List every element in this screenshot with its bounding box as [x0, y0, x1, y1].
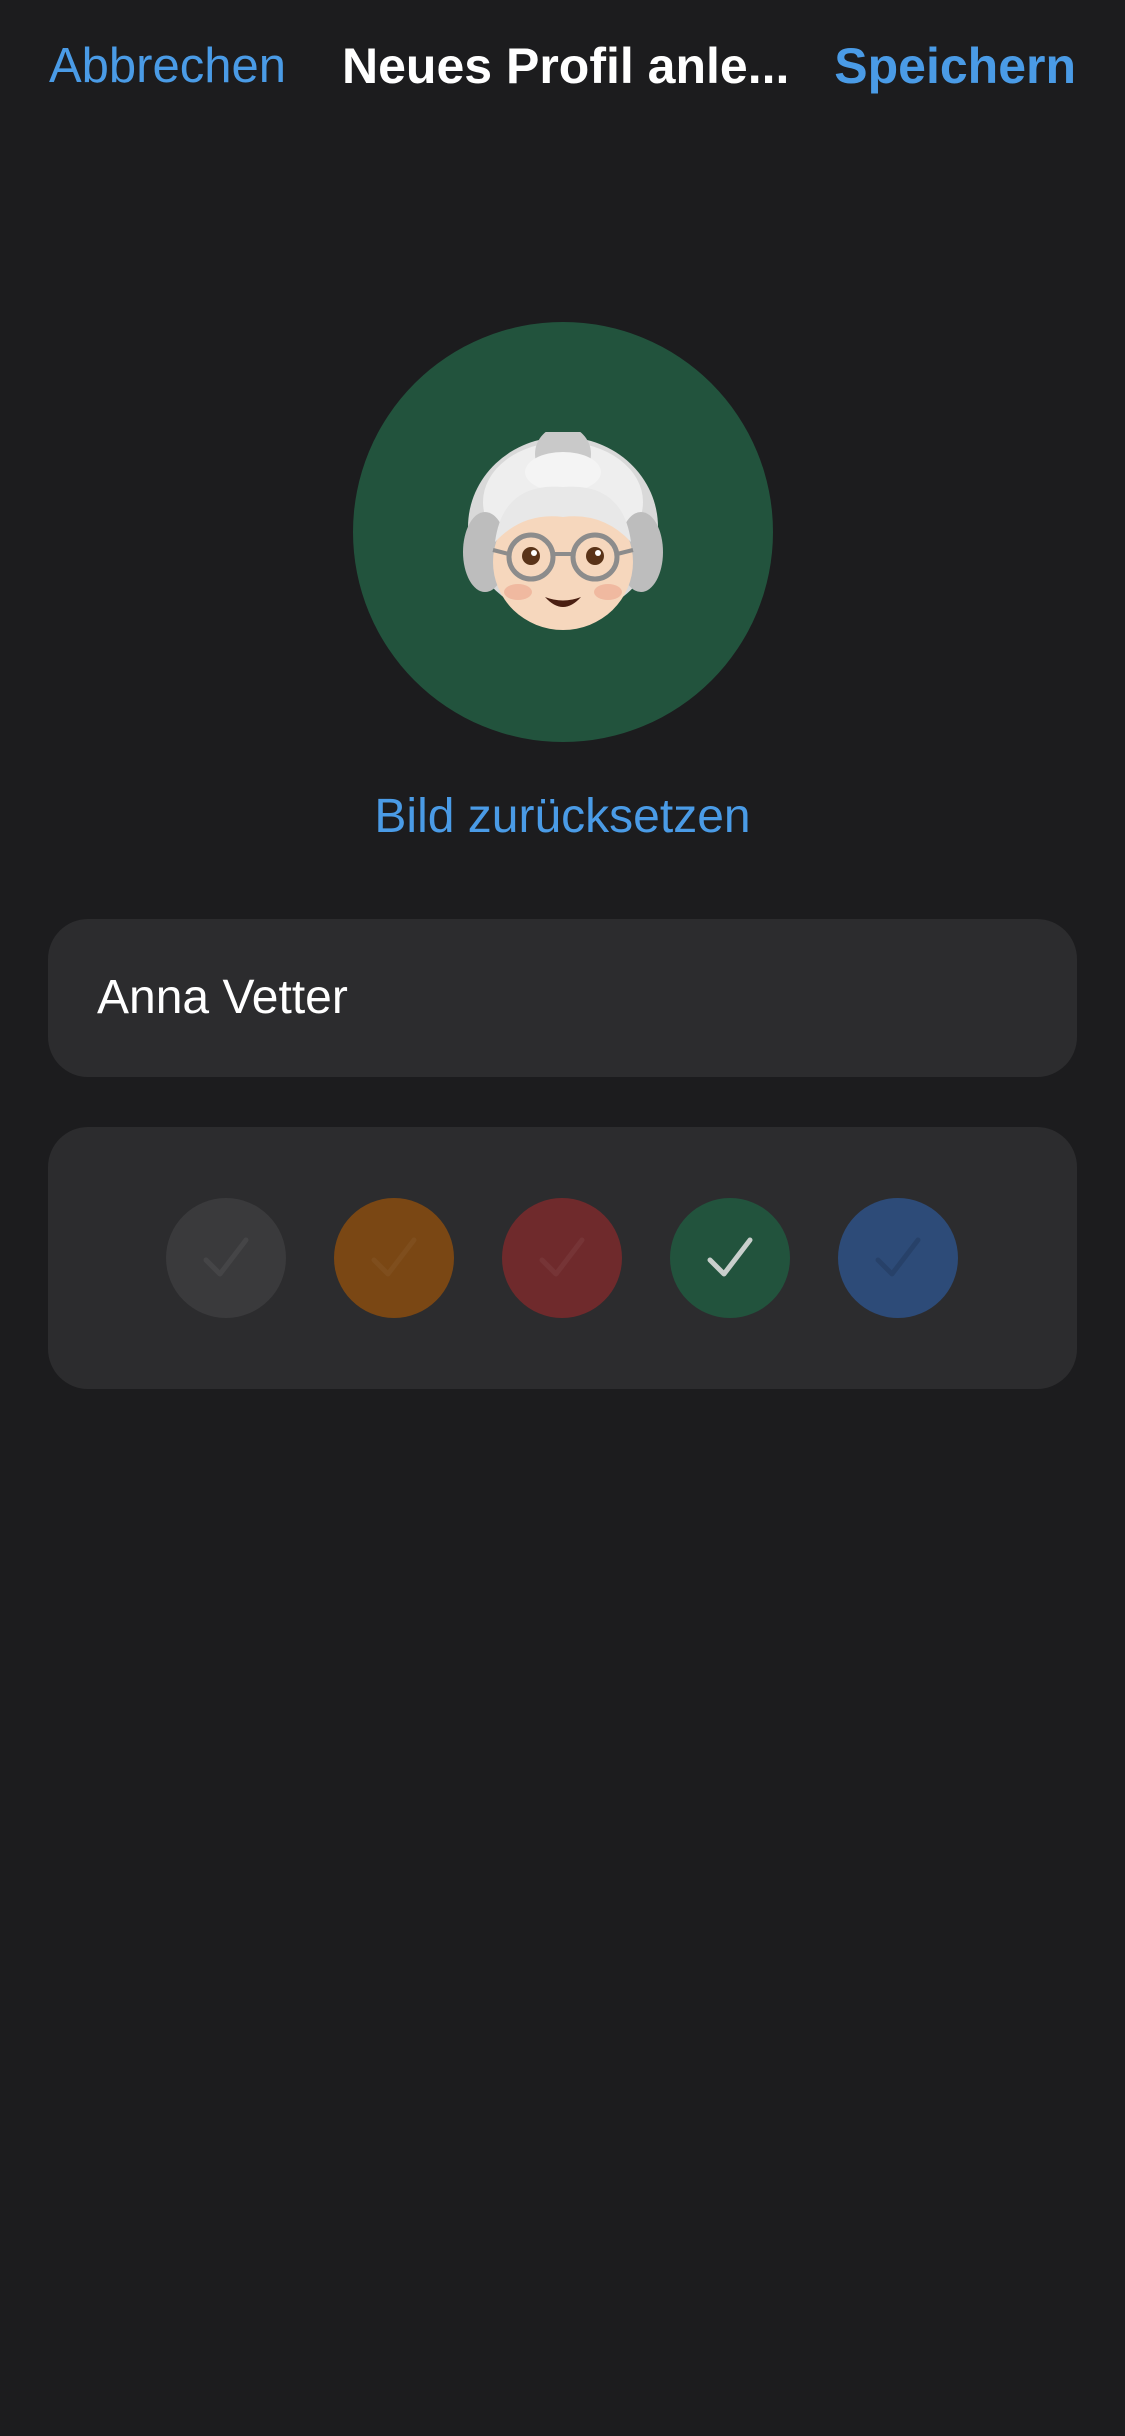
checkmark-icon	[203, 1237, 249, 1277]
color-swatch-orange[interactable]	[334, 1198, 454, 1318]
page-title: Neues Profil anle...	[342, 38, 790, 94]
reset-image-button[interactable]: Bild zurücksetzen	[0, 785, 1125, 849]
color-swatch-gray[interactable]	[166, 1198, 286, 1318]
save-button[interactable]: Speichern	[834, 36, 1076, 96]
older-woman-emoji-icon	[463, 432, 663, 630]
profile-avatar[interactable]	[353, 322, 773, 742]
color-swatch-blue[interactable]	[838, 1198, 958, 1318]
checkmark-icon	[539, 1237, 585, 1277]
name-field[interactable]: Anna Vetter	[48, 919, 1077, 1077]
cancel-button[interactable]: Abbrechen	[49, 36, 286, 96]
color-picker	[48, 1127, 1077, 1389]
checkmark-icon	[371, 1237, 417, 1277]
color-swatch-green[interactable]	[670, 1198, 790, 1318]
checkmark-icon	[875, 1237, 921, 1277]
name-field-value: Anna Vetter	[97, 971, 348, 1024]
color-swatch-red[interactable]	[502, 1198, 622, 1318]
checkmark-icon	[707, 1237, 753, 1277]
navigation-bar: Abbrechen Neues Profil anle... Speichern	[0, 0, 1125, 135]
